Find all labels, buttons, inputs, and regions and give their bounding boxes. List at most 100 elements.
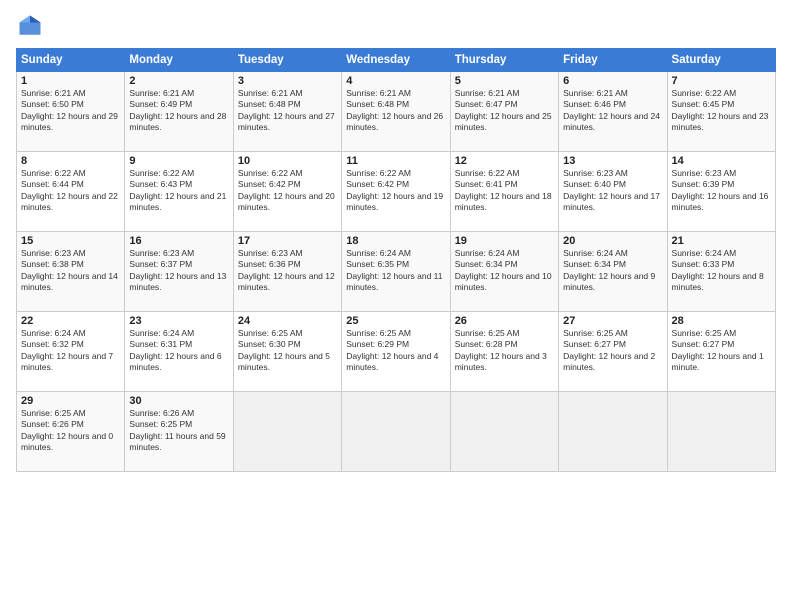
page: SundayMondayTuesdayWednesdayThursdayFrid… — [0, 0, 792, 612]
calendar-cell: 2Sunrise: 6:21 AMSunset: 6:49 PMDaylight… — [125, 72, 233, 152]
day-header-tuesday: Tuesday — [233, 49, 341, 72]
day-number: 8 — [21, 155, 120, 167]
calendar-body: 1Sunrise: 6:21 AMSunset: 6:50 PMDaylight… — [17, 72, 776, 472]
cell-text: Sunrise: 6:24 AMSunset: 6:32 PMDaylight:… — [21, 328, 120, 374]
day-number: 30 — [129, 395, 228, 407]
calendar-cell: 17Sunrise: 6:23 AMSunset: 6:36 PMDayligh… — [233, 232, 341, 312]
cell-text: Sunrise: 6:21 AMSunset: 6:46 PMDaylight:… — [563, 88, 662, 134]
cell-text: Sunrise: 6:22 AMSunset: 6:41 PMDaylight:… — [455, 168, 554, 214]
day-number: 11 — [346, 155, 445, 167]
day-number: 16 — [129, 235, 228, 247]
cell-text: Sunrise: 6:24 AMSunset: 6:31 PMDaylight:… — [129, 328, 228, 374]
cell-text: Sunrise: 6:25 AMSunset: 6:27 PMDaylight:… — [563, 328, 662, 374]
cell-text: Sunrise: 6:21 AMSunset: 6:49 PMDaylight:… — [129, 88, 228, 134]
calendar-week-3: 15Sunrise: 6:23 AMSunset: 6:38 PMDayligh… — [17, 232, 776, 312]
cell-text: Sunrise: 6:24 AMSunset: 6:33 PMDaylight:… — [672, 248, 771, 294]
calendar-cell: 25Sunrise: 6:25 AMSunset: 6:29 PMDayligh… — [342, 312, 450, 392]
cell-text: Sunrise: 6:22 AMSunset: 6:42 PMDaylight:… — [238, 168, 337, 214]
cell-text: Sunrise: 6:23 AMSunset: 6:36 PMDaylight:… — [238, 248, 337, 294]
day-number: 23 — [129, 315, 228, 327]
calendar-cell: 14Sunrise: 6:23 AMSunset: 6:39 PMDayligh… — [667, 152, 775, 232]
cell-text: Sunrise: 6:23 AMSunset: 6:37 PMDaylight:… — [129, 248, 228, 294]
calendar-week-4: 22Sunrise: 6:24 AMSunset: 6:32 PMDayligh… — [17, 312, 776, 392]
header — [16, 12, 776, 40]
day-number: 22 — [21, 315, 120, 327]
day-number: 21 — [672, 235, 771, 247]
calendar-cell: 22Sunrise: 6:24 AMSunset: 6:32 PMDayligh… — [17, 312, 125, 392]
calendar-cell: 10Sunrise: 6:22 AMSunset: 6:42 PMDayligh… — [233, 152, 341, 232]
calendar-cell: 23Sunrise: 6:24 AMSunset: 6:31 PMDayligh… — [125, 312, 233, 392]
cell-text: Sunrise: 6:25 AMSunset: 6:27 PMDaylight:… — [672, 328, 771, 374]
cell-text: Sunrise: 6:25 AMSunset: 6:30 PMDaylight:… — [238, 328, 337, 374]
calendar-cell: 1Sunrise: 6:21 AMSunset: 6:50 PMDaylight… — [17, 72, 125, 152]
calendar-table: SundayMondayTuesdayWednesdayThursdayFrid… — [16, 48, 776, 472]
cell-text: Sunrise: 6:25 AMSunset: 6:28 PMDaylight:… — [455, 328, 554, 374]
calendar-cell: 4Sunrise: 6:21 AMSunset: 6:48 PMDaylight… — [342, 72, 450, 152]
calendar-cell — [342, 392, 450, 472]
calendar-cell: 24Sunrise: 6:25 AMSunset: 6:30 PMDayligh… — [233, 312, 341, 392]
cell-text: Sunrise: 6:23 AMSunset: 6:40 PMDaylight:… — [563, 168, 662, 214]
logo-icon — [16, 12, 44, 40]
day-header-wednesday: Wednesday — [342, 49, 450, 72]
day-number: 4 — [346, 75, 445, 87]
calendar-cell: 19Sunrise: 6:24 AMSunset: 6:34 PMDayligh… — [450, 232, 558, 312]
calendar-cell: 3Sunrise: 6:21 AMSunset: 6:48 PMDaylight… — [233, 72, 341, 152]
calendar-header: SundayMondayTuesdayWednesdayThursdayFrid… — [17, 49, 776, 72]
calendar-cell: 9Sunrise: 6:22 AMSunset: 6:43 PMDaylight… — [125, 152, 233, 232]
day-number: 14 — [672, 155, 771, 167]
day-number: 17 — [238, 235, 337, 247]
day-number: 18 — [346, 235, 445, 247]
day-number: 6 — [563, 75, 662, 87]
calendar-cell: 8Sunrise: 6:22 AMSunset: 6:44 PMDaylight… — [17, 152, 125, 232]
cell-text: Sunrise: 6:22 AMSunset: 6:43 PMDaylight:… — [129, 168, 228, 214]
calendar-cell — [450, 392, 558, 472]
day-number: 9 — [129, 155, 228, 167]
cell-text: Sunrise: 6:25 AMSunset: 6:26 PMDaylight:… — [21, 408, 120, 454]
logo — [16, 12, 48, 40]
calendar-cell: 27Sunrise: 6:25 AMSunset: 6:27 PMDayligh… — [559, 312, 667, 392]
day-number: 1 — [21, 75, 120, 87]
day-number: 28 — [672, 315, 771, 327]
cell-text: Sunrise: 6:21 AMSunset: 6:47 PMDaylight:… — [455, 88, 554, 134]
cell-text: Sunrise: 6:26 AMSunset: 6:25 PMDaylight:… — [129, 408, 228, 454]
calendar-cell: 11Sunrise: 6:22 AMSunset: 6:42 PMDayligh… — [342, 152, 450, 232]
cell-text: Sunrise: 6:21 AMSunset: 6:48 PMDaylight:… — [238, 88, 337, 134]
day-number: 20 — [563, 235, 662, 247]
cell-text: Sunrise: 6:22 AMSunset: 6:44 PMDaylight:… — [21, 168, 120, 214]
calendar-cell: 18Sunrise: 6:24 AMSunset: 6:35 PMDayligh… — [342, 232, 450, 312]
day-number: 3 — [238, 75, 337, 87]
day-number: 13 — [563, 155, 662, 167]
cell-text: Sunrise: 6:25 AMSunset: 6:29 PMDaylight:… — [346, 328, 445, 374]
day-header-friday: Friday — [559, 49, 667, 72]
cell-text: Sunrise: 6:22 AMSunset: 6:45 PMDaylight:… — [672, 88, 771, 134]
calendar-cell — [559, 392, 667, 472]
day-number: 2 — [129, 75, 228, 87]
day-number: 5 — [455, 75, 554, 87]
cell-text: Sunrise: 6:24 AMSunset: 6:34 PMDaylight:… — [455, 248, 554, 294]
calendar-cell: 15Sunrise: 6:23 AMSunset: 6:38 PMDayligh… — [17, 232, 125, 312]
day-number: 19 — [455, 235, 554, 247]
calendar-cell — [233, 392, 341, 472]
calendar-week-5: 29Sunrise: 6:25 AMSunset: 6:26 PMDayligh… — [17, 392, 776, 472]
calendar-cell: 30Sunrise: 6:26 AMSunset: 6:25 PMDayligh… — [125, 392, 233, 472]
cell-text: Sunrise: 6:24 AMSunset: 6:34 PMDaylight:… — [563, 248, 662, 294]
cell-text: Sunrise: 6:23 AMSunset: 6:39 PMDaylight:… — [672, 168, 771, 214]
cell-text: Sunrise: 6:24 AMSunset: 6:35 PMDaylight:… — [346, 248, 445, 294]
day-header-monday: Monday — [125, 49, 233, 72]
day-number: 29 — [21, 395, 120, 407]
calendar-cell: 7Sunrise: 6:22 AMSunset: 6:45 PMDaylight… — [667, 72, 775, 152]
calendar-cell: 6Sunrise: 6:21 AMSunset: 6:46 PMDaylight… — [559, 72, 667, 152]
calendar-cell: 5Sunrise: 6:21 AMSunset: 6:47 PMDaylight… — [450, 72, 558, 152]
day-number: 24 — [238, 315, 337, 327]
day-number: 15 — [21, 235, 120, 247]
day-number: 26 — [455, 315, 554, 327]
day-number: 12 — [455, 155, 554, 167]
calendar-cell: 20Sunrise: 6:24 AMSunset: 6:34 PMDayligh… — [559, 232, 667, 312]
day-number: 27 — [563, 315, 662, 327]
calendar-cell: 13Sunrise: 6:23 AMSunset: 6:40 PMDayligh… — [559, 152, 667, 232]
day-number: 10 — [238, 155, 337, 167]
header-row: SundayMondayTuesdayWednesdayThursdayFrid… — [17, 49, 776, 72]
calendar-cell — [667, 392, 775, 472]
cell-text: Sunrise: 6:21 AMSunset: 6:50 PMDaylight:… — [21, 88, 120, 134]
day-header-saturday: Saturday — [667, 49, 775, 72]
